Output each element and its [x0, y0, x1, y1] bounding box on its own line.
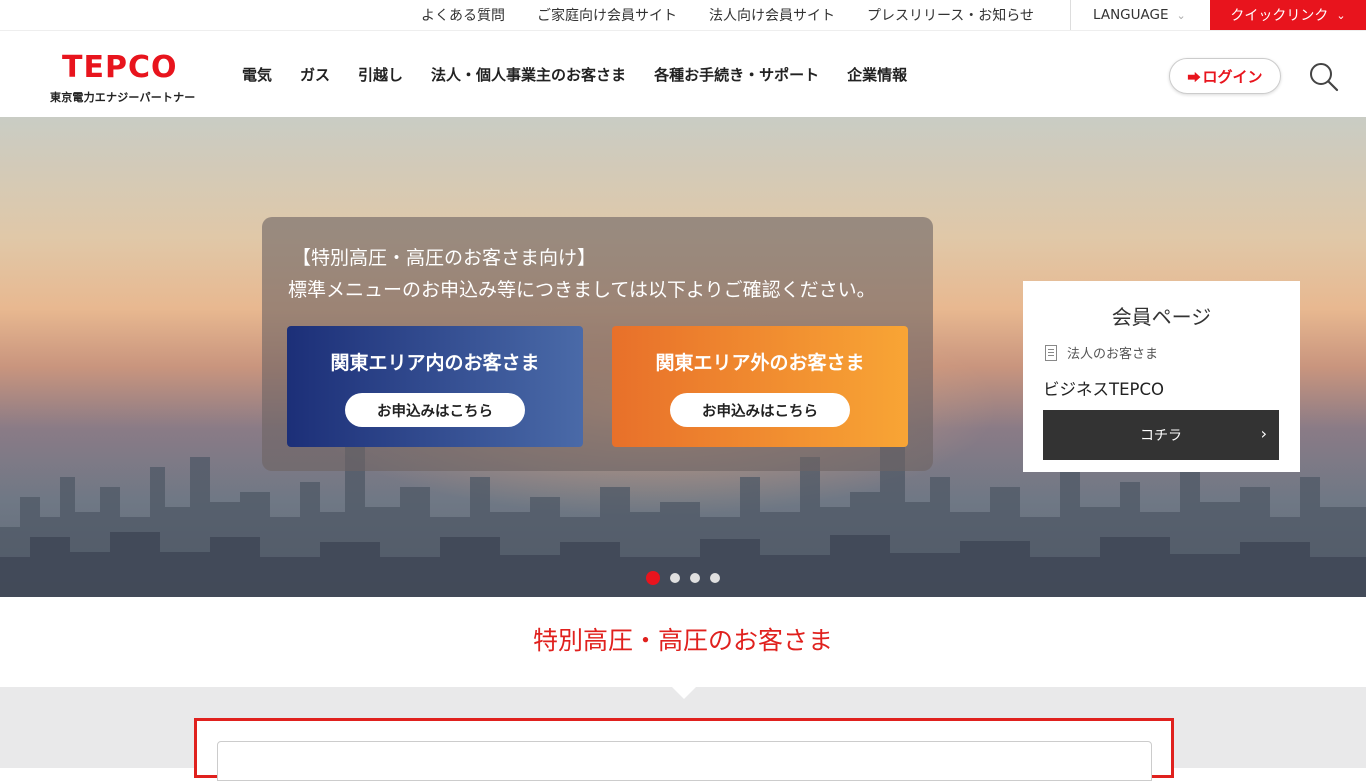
member-page-title: 会員ページ [1111, 305, 1212, 329]
nav-procedures-support[interactable]: 各種お手続き・サポート [654, 64, 819, 85]
kanto-inside-card[interactable]: 関東エリア内のお客さま お申込みはこちら [287, 326, 583, 447]
press-release-link[interactable]: プレスリリース・お知らせ [867, 5, 1034, 25]
utility-bar: よくある質問 ご家庭向け会員サイト 法人向け会員サイト プレスリリース・お知らせ… [0, 0, 1366, 30]
kanto-inside-apply-button[interactable]: お申込みはこちら [345, 393, 525, 427]
quick-link-label: クイックリンク [1230, 8, 1329, 24]
nav-corporate-info[interactable]: 企業情報 [847, 64, 907, 85]
login-label: ログイン [1202, 67, 1263, 86]
kanto-outside-apply-button[interactable]: お申込みはこちら [670, 393, 850, 427]
content-box [217, 741, 1152, 781]
kanto-inside-title: 関東エリア内のお客さま [330, 352, 540, 374]
highlight-frame [194, 718, 1174, 781]
member-category: 法人のお客さま [1045, 343, 1158, 362]
section-title: 特別高圧・高圧のお客さま [532, 626, 833, 655]
carousel-dot-2[interactable] [670, 573, 680, 583]
kanto-outside-card[interactable]: 関東エリア外のお客さま お申込みはこちら [612, 326, 908, 447]
carousel-dots [646, 571, 730, 585]
login-button[interactable]: ⮕ ログイン [1169, 58, 1281, 94]
announcement-heading: 【特別高圧・高圧のお客さま向け】 [292, 247, 597, 269]
chevron-right-icon: › [1260, 424, 1267, 443]
carousel-dot-4[interactable] [710, 573, 720, 583]
chevron-down-icon: ⌄ [1176, 8, 1186, 22]
faq-link[interactable]: よくある質問 [421, 5, 505, 25]
member-go-label: コチラ [1140, 428, 1182, 444]
tepco-logo-mark: TEPCO [62, 50, 177, 83]
hero-banner: 【特別高圧・高圧のお客さま向け】 標準メニューのお申込み等につきましては以下より… [0, 117, 1366, 597]
carousel-dot-1[interactable] [646, 571, 660, 585]
announcement-text: 標準メニューのお申込み等につきましては以下よりご確認ください。 [288, 279, 876, 301]
announcement-panel: 【特別高圧・高圧のお客さま向け】 標準メニューのお申込み等につきましては以下より… [262, 217, 933, 471]
main-header: TEPCO 東京電力エナジーパートナー 電気 ガス 引越し 法人・個人事業主のお… [0, 30, 1366, 117]
carousel-dot-3[interactable] [690, 573, 700, 583]
language-dropdown[interactable]: LANGUAGE ⌄ [1070, 0, 1210, 30]
utility-links: よくある質問 ご家庭向け会員サイト 法人向け会員サイト プレスリリース・お知らせ [405, 0, 1050, 30]
business-member-site-link[interactable]: 法人向け会員サイト [709, 5, 835, 25]
home-member-site-link[interactable]: ご家庭向け会員サイト [537, 5, 677, 25]
nav-business-customers[interactable]: 法人・個人事業主のお客さま [431, 64, 626, 85]
document-icon [1045, 344, 1057, 361]
tepco-logo[interactable]: TEPCO 東京電力エナジーパートナー [50, 49, 195, 104]
nav-electricity[interactable]: 電気 [242, 64, 272, 85]
member-category-label: 法人のお客さま [1067, 347, 1159, 362]
nav-gas[interactable]: ガス [300, 64, 330, 85]
kanto-outside-title: 関東エリア外のお客さま [655, 352, 865, 374]
member-service-name: ビジネスTEPCO [1043, 380, 1164, 399]
section-header: 特別高圧・高圧のお客さま [0, 597, 1366, 687]
search-icon[interactable] [1308, 61, 1340, 93]
svg-text:TEPCO: TEPCO [62, 50, 177, 83]
quick-link-button[interactable]: クイックリンク ⌄ [1210, 0, 1366, 30]
language-label: LANGUAGE [1093, 7, 1169, 23]
member-go-button[interactable]: コチラ › [1043, 410, 1279, 460]
logo-subtitle: 東京電力エナジーパートナー [50, 91, 196, 104]
chevron-down-icon: ⌄ [1336, 8, 1346, 22]
login-icon: ⮕ [1187, 70, 1201, 86]
global-nav: 電気 ガス 引越し 法人・個人事業主のお客さま 各種お手続き・サポート 企業情報 [228, 31, 921, 118]
section-notch [672, 687, 696, 699]
member-page-box: 会員ページ 法人のお客さま ビジネスTEPCO コチラ › [1023, 281, 1300, 472]
nav-moving[interactable]: 引越し [358, 64, 403, 85]
